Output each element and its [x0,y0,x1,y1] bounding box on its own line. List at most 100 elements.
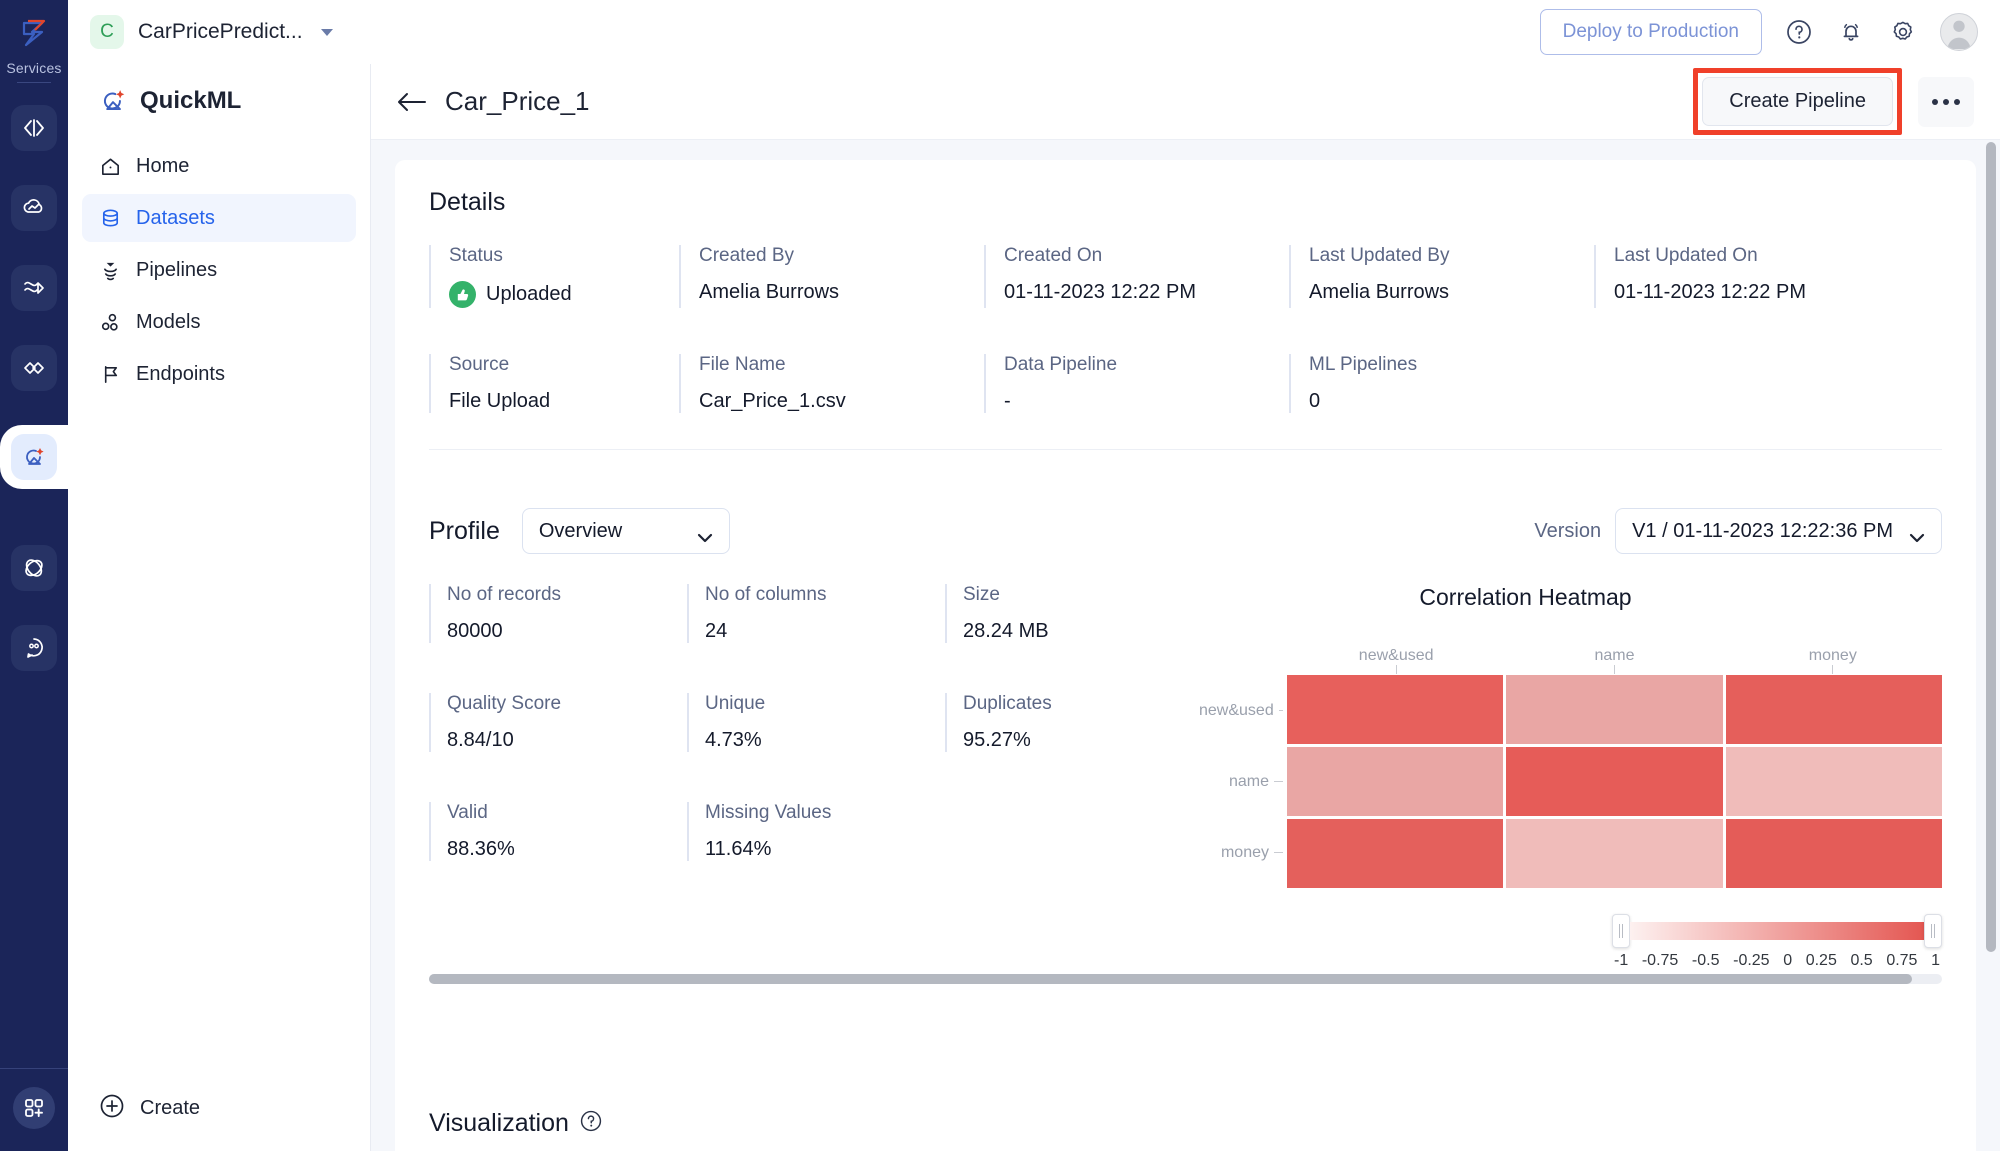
stats-row: No of records 80000 No of columns 24 Siz… [429,584,1189,643]
profile-view-select[interactable]: Overview [521,508,730,554]
sidebar-create-label: Create [140,1097,201,1119]
rail-item-chat[interactable] [11,625,57,671]
gear-icon[interactable] [1888,17,1918,47]
stat-label: No of columns [705,584,827,605]
detail-created-on: Created On 01-11-2023 12:22 PM [984,245,1289,308]
heatmap-cell[interactable] [1506,747,1723,816]
models-nodes-icon [98,310,122,334]
rail-item-data-flow[interactable] [11,265,57,311]
sidebar-item-models[interactable]: Models [82,298,356,346]
stat-label: Valid [447,802,488,823]
horizontal-scrollbar[interactable] [429,974,1942,984]
database-icon [98,206,122,230]
page-header-actions: Create Pipeline [1693,68,1974,135]
rail-item-cloud-analytics[interactable] [11,185,57,231]
more-options-icon[interactable] [1918,76,1974,127]
profile-body: No of records 80000 No of columns 24 Siz… [429,584,1942,970]
heatmap-cells [1287,675,1942,888]
stat-label: No of records [447,584,562,605]
question-circle-icon[interactable] [1784,17,1814,47]
profile-view-value: Overview [538,519,623,542]
rail-item-link-nodes[interactable] [11,345,57,391]
detail-ml-pipelines: ML Pipelines 0 [1289,354,1594,413]
quickml-satellite-icon [104,90,125,111]
horizontal-scrollbar-thumb[interactable] [429,974,1912,984]
sidebar-item-label: Pipelines [136,258,218,281]
stat-valid: Valid 88.36% [429,802,687,861]
notification-bell-icon[interactable] [1836,17,1866,47]
heatmap-cell[interactable] [1287,675,1504,744]
rail-item-code-brackets[interactable] [11,105,57,151]
detail-label: Data Pipeline [1004,354,1118,375]
stats-row: Quality Score 8.84/10 Unique 4.73% Dupli… [429,693,1189,752]
heatmap-cell[interactable] [1725,675,1942,744]
version-value: V1 / 01-11-2023 12:22:36 PM [1632,519,1893,542]
sidebar-create-button[interactable]: Create [68,1092,371,1125]
detail-label: Created By [699,245,795,266]
legend-tick: 0.5 [1850,952,1873,969]
legend-handle-max[interactable] [1924,914,1942,948]
detail-value: Uploaded [449,281,679,308]
project-switcher[interactable]: C CarPricePredict... [90,15,333,49]
details-row-1: Status Uploaded Created By Amelia Burrow… [429,245,1942,308]
heatmap-cell[interactable] [1506,675,1723,744]
app-logo-icon[interactable] [12,14,56,54]
avatar[interactable] [1940,13,1978,51]
heatmap-row [1287,819,1942,888]
visualization-title: Visualization [429,1108,569,1137]
heatmap-cell[interactable] [1725,747,1942,816]
sidebar-item-datasets[interactable]: Datasets [82,194,356,242]
project-name: CarPricePredict... [138,20,303,43]
heatmap-plot: new&used name money [1199,675,1942,888]
stat-value: 95.27% [963,729,1031,751]
detail-label: Created On [1004,245,1103,266]
create-pipeline-button[interactable]: Create Pipeline [1702,77,1893,126]
heatmap-y-tick-label: name [1228,772,1269,790]
vertical-scrollbar[interactable] [1986,142,1996,1142]
horizontal-scrollbar-track[interactable] [429,974,1942,984]
heatmap-y-axis-labels: new&used name money [1199,675,1287,888]
stats-row: Valid 88.36% Missing Values 11.64% [429,802,1189,861]
detail-value-text: Uploaded [486,283,572,305]
chevron-down-icon[interactable] [320,28,333,36]
deploy-to-production-button[interactable]: Deploy to Production [1539,9,1762,55]
back-arrow-icon[interactable] [395,85,429,119]
chevron-down-icon [1909,526,1925,543]
vertical-scrollbar-thumb[interactable] [1986,142,1996,952]
heatmap-cell[interactable] [1287,819,1504,888]
heatmap-cell[interactable] [1287,747,1504,816]
version-select[interactable]: V1 / 01-11-2023 12:22:36 PM [1615,508,1942,554]
rail-item-orbit[interactable] [11,545,57,591]
legend-slider[interactable] [1612,914,1942,948]
heatmap-cell[interactable] [1506,819,1723,888]
heatmap-cell[interactable] [1725,819,1942,888]
legend-tick: 0.25 [1805,952,1837,969]
detail-file-name: File Name Car_Price_1.csv [679,354,984,413]
legend-tick: -0.5 [1691,952,1720,969]
rail-item-quickml[interactable] [11,434,57,480]
sidebar-item-endpoints[interactable]: Endpoints [82,350,356,398]
sidebar-item-home[interactable]: Home [82,142,356,190]
grid-plus-icon[interactable] [13,1087,55,1129]
thumbs-up-icon [449,281,476,308]
detail-value: File Upload [449,390,551,412]
top-bar-actions: Deploy to Production [1539,9,1978,55]
sidebar-item-label: Datasets [136,206,215,229]
heatmap-y-tick-label: new&used [1199,701,1274,719]
legend-tick: 1 [1931,952,1940,969]
question-circle-icon[interactable] [579,1109,603,1138]
rail-bottom [0,1068,68,1151]
detail-source: Source File Upload [429,354,679,413]
heatmap-x-axis-labels: new&used name money [1287,647,1942,665]
stat-quality-score: Quality Score 8.84/10 [429,693,687,752]
sidebar-item-pipelines[interactable]: Pipelines [82,246,356,294]
project-initial-badge: C [90,15,124,49]
home-icon [98,154,122,178]
sidebar-item-label: Home [136,154,190,177]
legend-handle-min[interactable] [1612,914,1630,948]
heatmap-row [1287,747,1942,816]
heatmap-y-tick-label-row: new&used [1199,675,1287,746]
flag-icon [98,362,122,386]
stat-value: 4.73% [705,729,762,751]
detail-value: Car_Price_1.csv [699,390,846,412]
